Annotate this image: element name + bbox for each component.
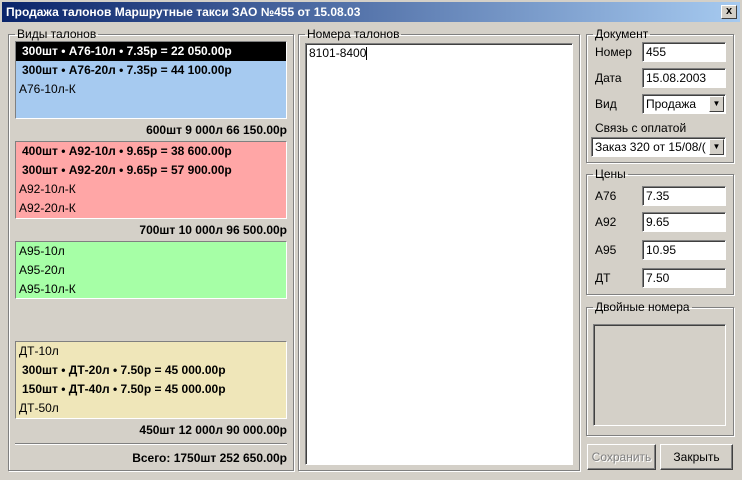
date-label: Дата (595, 71, 622, 85)
price-label-dt: ДТ (595, 271, 611, 285)
title-bar: Продажа талонов Маршрутные такси ЗАО №45… (2, 2, 740, 22)
list-item[interactable]: А95-20л (16, 261, 286, 280)
price-field-a92[interactable]: 9.65 (642, 212, 726, 232)
document-legend: Документ (595, 27, 649, 41)
payment-select-value: Заказ 320 от 15/08/( (595, 140, 706, 154)
price-label-a95: А95 (595, 243, 617, 257)
total-divider-highlight (15, 444, 287, 445)
block-a95[interactable]: А95-10л А95-20л А95-10л-К (15, 241, 287, 299)
total-wrap: Всего: 1750шт 252 650.00р (15, 449, 287, 467)
prices-legend: Цены (595, 167, 626, 181)
list-item[interactable]: 300шт • ДТ-20л • 7.50р = 45 000.00р (16, 361, 286, 380)
price-label-a92: А92 (595, 215, 617, 229)
list-item[interactable]: А95-10л-К (16, 280, 286, 299)
list-item[interactable]: А76-10л-К (16, 80, 286, 99)
block-dt[interactable]: ДТ-10л 300шт • ДТ-20л • 7.50р = 45 000.0… (15, 341, 287, 419)
summary-a76: 600шт 9 000л 66 150.00р (146, 123, 287, 137)
coupon-types-legend: Виды талонов (17, 27, 97, 41)
summary-a92: 700шт 10 000л 96 500.00р (139, 223, 287, 237)
coupon-numbers-textarea[interactable]: 8101-8400 (305, 43, 573, 465)
list-item[interactable]: А95-10л (16, 242, 286, 261)
summary-a92-wrap: 700шт 10 000л 96 500.00р (15, 220, 287, 238)
payment-select[interactable]: Заказ 320 от 15/08/( ▼ (591, 137, 726, 157)
summary-a76-wrap: 600шт 9 000л 66 150.00р (15, 120, 287, 138)
list-item[interactable]: 300шт • А76-10л • 7.35р = 22 050.00р (16, 42, 286, 61)
coupon-numbers-legend: Номера талонов (307, 27, 400, 41)
close-button[interactable]: Закрыть (660, 444, 733, 470)
grand-total: Всего: 1750шт 252 650.00р (132, 451, 287, 465)
duplicates-legend: Двойные номера (595, 300, 690, 314)
price-field-a76[interactable]: 7.35 (642, 186, 726, 206)
price-label-a76: А76 (595, 189, 617, 203)
list-item[interactable]: 400шт • А92-10л • 9.65р = 38 600.00р (16, 142, 286, 161)
type-label: Вид (595, 97, 617, 111)
list-item[interactable]: А92-10л-К (16, 180, 286, 199)
price-field-dt[interactable]: 7.50 (642, 268, 726, 288)
date-field[interactable]: 15.08.2003 (642, 68, 726, 88)
duplicates-list[interactable] (593, 324, 726, 426)
list-item[interactable]: 150шт • ДТ-40л • 7.50р = 45 000.00р (16, 380, 286, 399)
payment-label: Связь с оплатой (595, 121, 687, 135)
list-item[interactable]: ДТ-50л (16, 399, 286, 418)
number-field[interactable]: 455 (642, 42, 726, 62)
type-select[interactable]: Продажа ▼ (642, 94, 726, 114)
block-a92[interactable]: 400шт • А92-10л • 9.65р = 38 600.00р 300… (15, 141, 287, 219)
summary-dt-wrap: 450шт 12 000л 90 000.00р (15, 420, 287, 438)
summary-dt: 450шт 12 000л 90 000.00р (139, 423, 287, 437)
window-title: Продажа талонов Маршрутные такси ЗАО №45… (6, 5, 361, 19)
coupon-numbers-text: 8101-8400 (309, 46, 367, 60)
type-select-value: Продажа (646, 97, 697, 111)
close-window-button[interactable]: x (721, 5, 737, 19)
list-item[interactable]: 300шт • А92-20л • 9.65р = 57 900.00р (16, 161, 286, 180)
price-field-a95[interactable]: 10.95 (642, 240, 726, 260)
list-item[interactable]: ДТ-10л (16, 342, 286, 361)
list-item[interactable]: 300шт • А76-20л • 7.35р = 44 100.00р (16, 61, 286, 80)
text-caret (366, 47, 368, 61)
chevron-down-icon[interactable]: ▼ (709, 139, 724, 155)
save-button[interactable]: Сохранить (587, 444, 656, 470)
block-a76[interactable]: 300шт • А76-10л • 7.35р = 22 050.00р 300… (15, 41, 287, 119)
list-item[interactable]: А92-20л-К (16, 199, 286, 218)
number-label: Номер (595, 45, 632, 59)
chevron-down-icon[interactable]: ▼ (709, 96, 724, 112)
main-window: Продажа талонов Маршрутные такси ЗАО №45… (0, 0, 742, 480)
